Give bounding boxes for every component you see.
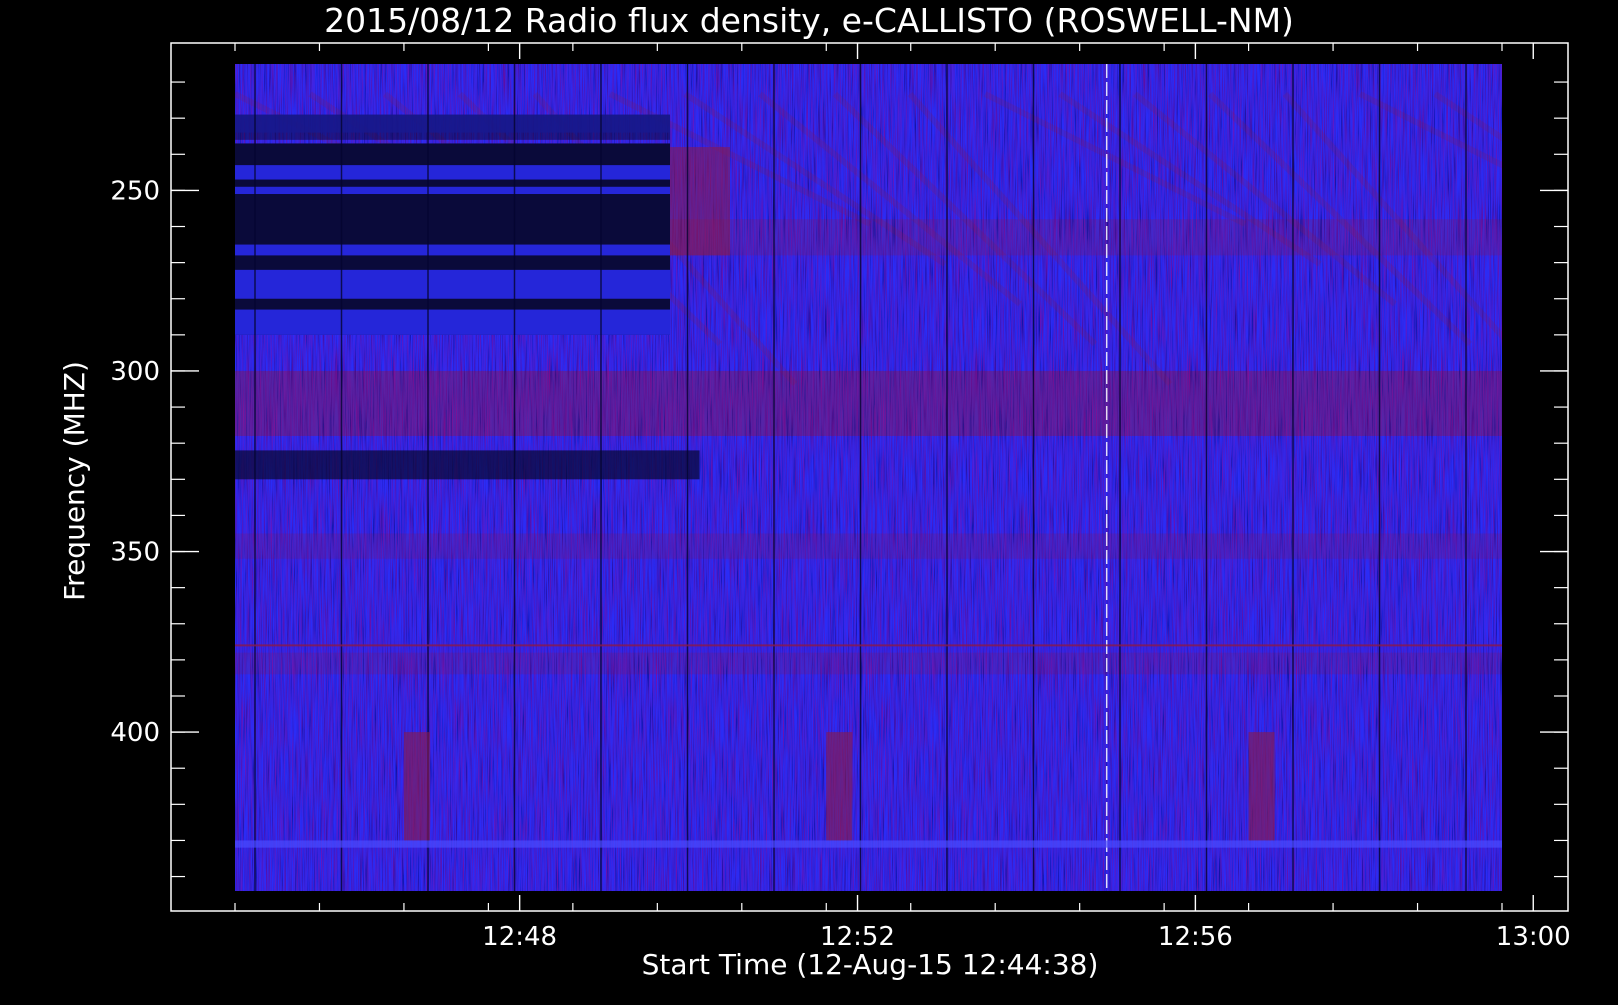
red-column-0 (403, 732, 430, 841)
red-column-2 (1248, 732, 1275, 841)
plot-area (235, 64, 1618, 891)
spectrogram-chart: 2015/08/12 Radio flux density, e-CALLIST… (0, 0, 1618, 1000)
drift-streak (1510, 94, 1618, 304)
red-column-1 (826, 732, 853, 841)
dark-block-stripe (235, 309, 671, 335)
x-axis-label: Start Time (12-Aug-15 12:44:38) (642, 948, 1099, 981)
y-tick-label: 400 (110, 718, 160, 748)
x-tick-label: 12:48 (482, 922, 557, 952)
dark-band (235, 450, 700, 480)
y-tick-label: 250 (110, 176, 160, 206)
dark-block-stripe (235, 244, 671, 256)
y-tick-label: 350 (110, 538, 160, 568)
chart-svg: 2015/08/12 Radio flux density, e-CALLIST… (58, 1, 1618, 981)
y-tick-label: 300 (110, 357, 160, 387)
chart-title: 2015/08/12 Radio flux density, e-CALLIST… (324, 1, 1294, 40)
y-axis-label: Frequency (MHZ) (58, 361, 91, 601)
x-tick-label: 12:56 (1158, 922, 1233, 952)
bright-bottom-band (235, 840, 1502, 848)
red-patch (670, 147, 731, 256)
dark-block-stripe (235, 186, 671, 195)
dark-block-stripe (235, 269, 671, 299)
dark-block-stripe (235, 165, 671, 180)
dark-block-top-stripe (235, 114, 671, 140)
x-tick-label: 13:00 (1496, 922, 1571, 952)
